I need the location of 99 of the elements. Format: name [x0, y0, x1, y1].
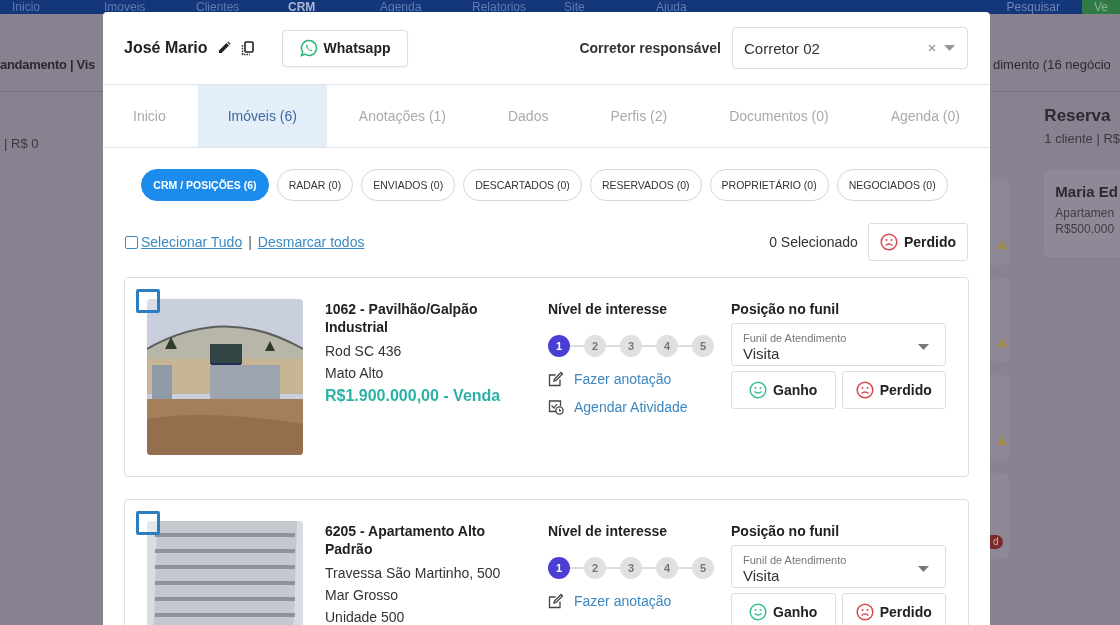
- funnel-select[interactable]: Funil de Atendimento Visita: [731, 545, 946, 588]
- select-value: Visita: [743, 344, 781, 362]
- frown-icon: [855, 603, 874, 621]
- note-link[interactable]: Fazer anotação: [574, 371, 672, 387]
- note-icon: [548, 371, 564, 387]
- frown-icon: [855, 381, 874, 399]
- warning-icon: [997, 338, 1008, 347]
- property-title[interactable]: 6205 - Apartamento Alto Padrão: [325, 522, 530, 558]
- action-button[interactable]: Ve: [1082, 0, 1120, 14]
- checkbox[interactable]: [136, 511, 160, 535]
- property-address: Rod SC 436: [325, 343, 403, 360]
- won-button[interactable]: Ganho: [731, 371, 836, 409]
- calendar-clock-icon: [548, 399, 564, 415]
- select-value: Corretor 02: [744, 39, 821, 57]
- client-name: Maria Ed: [1055, 183, 1119, 200]
- filter-chip[interactable]: RESERVADOS (0): [589, 169, 702, 201]
- nav-link[interactable]: Relatorios: [472, 0, 564, 14]
- lost-button[interactable]: Perdido: [841, 371, 946, 409]
- dropdown-caret-icon: [944, 45, 955, 51]
- filter-chip[interactable]: RADAR (0): [276, 169, 354, 201]
- interest-step[interactable]: 2: [584, 335, 606, 357]
- section-label: Posição no funil: [731, 301, 841, 317]
- pencil-icon[interactable]: [216, 41, 231, 55]
- tab[interactable]: Perfis (2): [580, 85, 698, 147]
- dropdown-caret-icon: [918, 565, 929, 572]
- property-address: Mar Grosso: [325, 587, 400, 604]
- tab[interactable]: Anotações (1): [328, 85, 476, 147]
- lost-button[interactable]: Perdido: [841, 593, 946, 625]
- lost-button[interactable]: Perdido: [867, 223, 968, 261]
- separator: |: [248, 234, 252, 250]
- copy-icon[interactable]: [240, 40, 254, 56]
- interest-step[interactable]: 3: [620, 335, 642, 357]
- frown-icon: [879, 233, 898, 251]
- smiley-icon: [749, 381, 768, 399]
- tab[interactable]: Agenda (0): [860, 85, 990, 147]
- nav-link[interactable]: Ajuda: [656, 0, 748, 14]
- selected-count: 0 Selecionado: [769, 234, 858, 250]
- field-label: Funil de Atendimento: [743, 331, 848, 345]
- property-type: Apartamen: [1055, 206, 1116, 220]
- interest-step[interactable]: 4: [656, 335, 678, 357]
- select-all-link[interactable]: Selecionar Tudo: [141, 234, 243, 250]
- interest-step[interactable]: 4: [656, 557, 678, 579]
- filter-chip[interactable]: DESCARTADOS (0): [463, 169, 582, 201]
- interest-step[interactable]: 1: [548, 557, 570, 579]
- property-title[interactable]: 1062 - Pavilhão/Galpão Industrial: [325, 300, 530, 336]
- note-link[interactable]: Fazer anotação: [574, 593, 672, 609]
- nav-link[interactable]: Site: [564, 0, 656, 14]
- tab[interactable]: Dados: [477, 85, 579, 147]
- column-title: andamento | Vis: [0, 57, 95, 74]
- tab[interactable]: Imóveis (6): [197, 85, 327, 147]
- status-badge: d: [990, 535, 1003, 549]
- note-icon: [548, 593, 564, 609]
- tab[interactable]: Inicio: [103, 85, 196, 147]
- section-label: Nível de interesse: [548, 523, 669, 539]
- property-address: Travessa São Martinho, 500: [325, 565, 502, 582]
- filter-chip[interactable]: PROPRIETÁRIO (0): [709, 169, 829, 201]
- interest-step[interactable]: 5: [692, 557, 714, 579]
- whatsapp-button[interactable]: Whatsapp: [281, 29, 409, 67]
- whatsapp-icon: [299, 39, 318, 57]
- interest-step[interactable]: 1: [548, 335, 570, 357]
- funnel-select[interactable]: Funil de Atendimento Visita: [731, 323, 946, 366]
- warning-icon: [997, 240, 1008, 249]
- field-label: Corretor responsável: [579, 40, 721, 56]
- interest-step[interactable]: 2: [584, 557, 606, 579]
- deal-price: R$500.000: [1055, 222, 1116, 236]
- unselect-all-link[interactable]: Desmarcar todos: [257, 234, 365, 250]
- warning-icon: [997, 436, 1008, 445]
- property-address: Unidade 500: [325, 609, 406, 625]
- nav-link[interactable]: Agenda: [380, 0, 472, 14]
- section-label: Nível de interesse: [548, 301, 669, 317]
- property-address: Mato Alto: [325, 365, 385, 382]
- clear-icon[interactable]: [928, 44, 936, 52]
- pipeline-title: dimento (16 negócio: [992, 57, 1111, 74]
- smiley-icon: [749, 603, 768, 621]
- field-label: Funil de Atendimento: [743, 553, 848, 567]
- dropdown-caret-icon: [918, 343, 929, 350]
- schedule-link[interactable]: Agendar Atividade: [574, 399, 688, 415]
- column-summary: | R$ 0: [3, 136, 40, 151]
- nav-link[interactable]: CRM: [288, 0, 380, 14]
- nav-link[interactable]: Imoveis: [104, 0, 196, 14]
- broker-select[interactable]: Corretor 02: [732, 27, 968, 69]
- contact-name: José Mario: [124, 39, 208, 57]
- property-price: R$1.900.000,00 - Venda: [325, 387, 502, 405]
- stage-title: Reserva: [1044, 106, 1112, 126]
- filter-chip[interactable]: CRM / POSIÇÕES (6): [141, 169, 269, 201]
- search-link[interactable]: Pesquisar: [1006, 0, 1060, 14]
- checkbox[interactable]: [125, 235, 138, 249]
- checkbox[interactable]: [136, 289, 160, 313]
- section-label: Posição no funil: [731, 523, 841, 539]
- interest-step[interactable]: 5: [692, 335, 714, 357]
- interest-step[interactable]: 3: [620, 557, 642, 579]
- nav-link[interactable]: Clientes: [196, 0, 288, 14]
- filter-chip[interactable]: ENVIADOS (0): [361, 169, 456, 201]
- tab[interactable]: Documentos (0): [699, 85, 859, 147]
- select-value: Visita: [743, 566, 781, 584]
- nav-link[interactable]: Inicio: [12, 0, 104, 14]
- filter-chip[interactable]: NEGOCIADOS (0): [836, 169, 948, 201]
- won-button[interactable]: Ganho: [731, 593, 836, 625]
- stage-summary: 1 cliente | R$: [1044, 131, 1120, 146]
